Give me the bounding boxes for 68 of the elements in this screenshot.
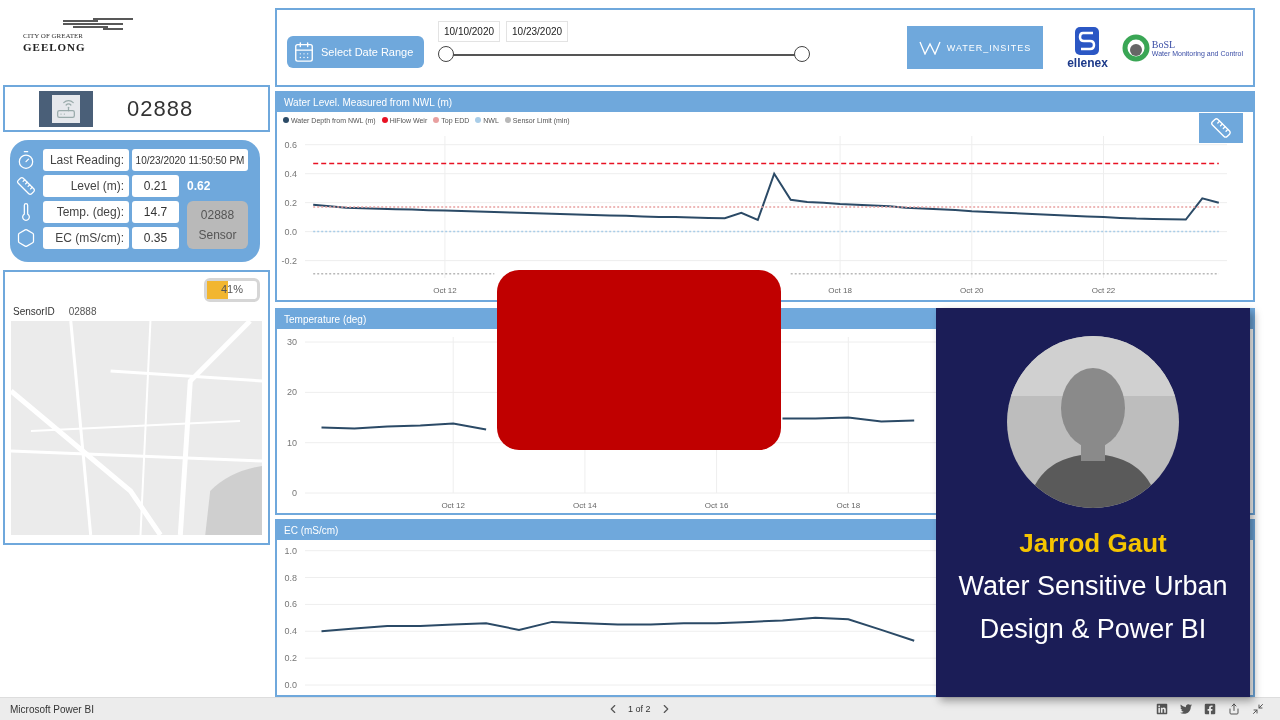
axis-label: -0.2 (281, 255, 297, 266)
logo-text: WATER_INSITES (946, 42, 1032, 53)
axis-label: 0.6 (284, 139, 297, 150)
presenter-name: Jarrod Gaut (1019, 528, 1167, 559)
axis-label: 0 (292, 488, 297, 498)
axis-label: Oct 20 (960, 286, 984, 295)
axis-label: 0.2 (284, 197, 297, 208)
stopwatch-icon (16, 150, 36, 170)
axis-label: Oct 18 (828, 286, 852, 295)
reading-extra: 0.62 (186, 179, 212, 193)
chart-title: EC (mS/cm) (284, 525, 339, 536)
app-name: Microsoft Power BI (10, 703, 94, 715)
axis-label: 1.0 (284, 545, 297, 556)
axis-label: 0.0 (284, 680, 297, 690)
axis-label: Oct 12 (433, 286, 457, 295)
axis-label: 0.4 (284, 168, 297, 179)
axis-label: 30 (287, 337, 297, 348)
axis-label: Oct 18 (836, 501, 861, 510)
collapse-icon[interactable] (1252, 703, 1264, 715)
reading-label: Temp. (deg): (43, 201, 129, 223)
axis-label: 0.4 (284, 626, 297, 637)
page-indicator: 1 of 2 (628, 704, 651, 714)
logo-text: BoSL (1151, 38, 1177, 50)
reading-value: 0.21 (132, 175, 179, 197)
end-date-field[interactable]: 10/23/2020 (506, 21, 569, 42)
reading-value: 10/23/2020 11:50:50 PM (132, 149, 248, 171)
presenter-subtitle: Design & Power BI (979, 614, 1207, 645)
s-mark-icon (1074, 25, 1101, 56)
axis-label: Oct 14 (573, 501, 597, 510)
twitter-icon[interactable] (1180, 703, 1192, 715)
router-icon (56, 98, 76, 119)
axis-label: 0.2 (284, 653, 297, 664)
start-date-field[interactable]: 10/10/2020 (438, 21, 501, 42)
facebook-icon[interactable] (1204, 703, 1216, 715)
reading-value: 14.7 (132, 201, 179, 223)
logo-text: ellenex (1067, 55, 1108, 70)
w-mark-icon (918, 40, 941, 55)
sensor-card-id: 02888 (200, 208, 235, 222)
slider-handle[interactable] (794, 46, 810, 62)
axis-label: 0.8 (284, 572, 297, 583)
axis-label: Oct 16 (704, 501, 729, 510)
axis-label: 20 (287, 387, 297, 398)
reading-label: EC (mS/cm): (43, 227, 129, 249)
presenter-subtitle: Water Sensitive Urban (958, 571, 1228, 602)
axis-label: Oct 12 (441, 501, 465, 510)
ruler-icon (16, 176, 36, 196)
calendar-icon (293, 40, 315, 63)
chart-title: Temperature (deg) (284, 314, 367, 325)
ring-mark-icon (1121, 33, 1150, 62)
slider-handle[interactable] (438, 46, 454, 62)
sensor-id: 02888 (127, 95, 194, 122)
reading-value: 0.35 (132, 227, 179, 249)
sensor-id-value: 02888 (68, 306, 97, 317)
chart-title: Water Level. Measured from NWL (m) (284, 97, 453, 108)
axis-label: 10 (287, 437, 297, 448)
share-icon[interactable] (1228, 703, 1240, 715)
logo-text: GEELONG (23, 41, 87, 53)
axis-label: 0.6 (284, 599, 297, 610)
logo-stripes-icon (63, 17, 133, 31)
hexagon-icon (16, 228, 36, 248)
axis-label: 0.0 (284, 226, 297, 237)
reading-label: Level (m): (43, 175, 129, 197)
sensor-card-label: Sensor (198, 228, 237, 242)
axis-label: Oct 22 (1091, 286, 1116, 295)
ruler-icon (1210, 117, 1232, 139)
reading-label: Last Reading: (43, 149, 129, 171)
sensor-id-label: SensorID (13, 306, 55, 317)
linkedin-icon[interactable] (1156, 703, 1168, 715)
